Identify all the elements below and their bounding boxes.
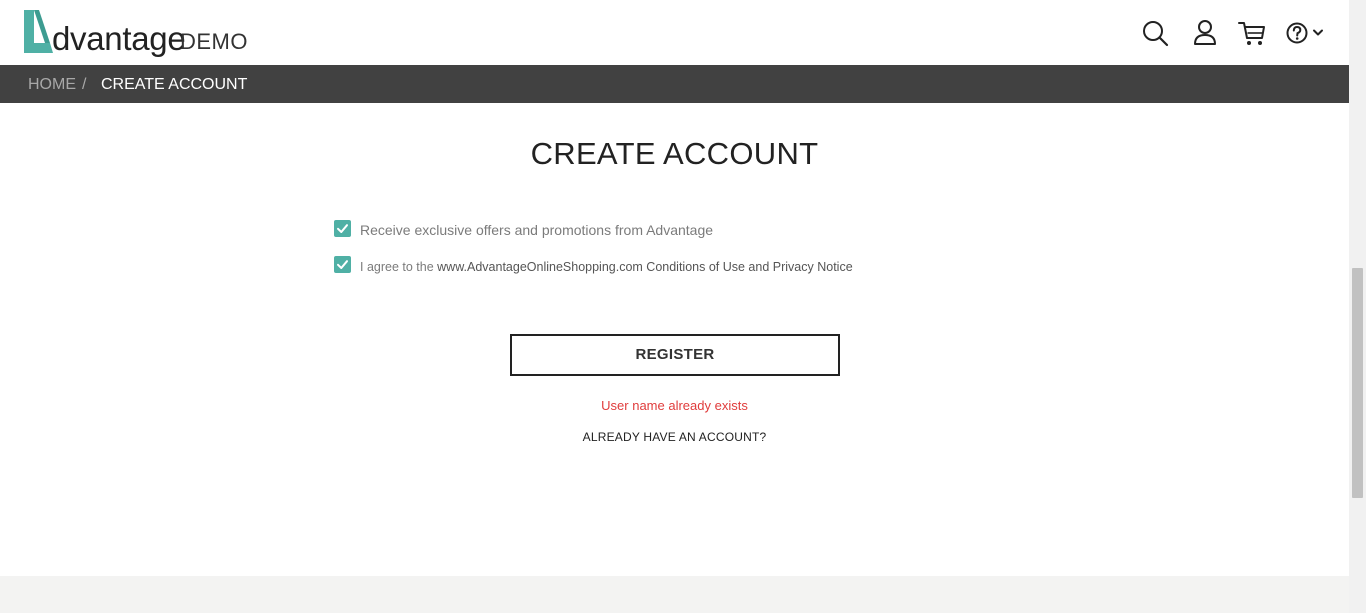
footer: [0, 576, 1349, 613]
scrollbar-thumb[interactable]: [1352, 268, 1363, 498]
breadcrumb-home-link[interactable]: HOME: [28, 75, 76, 95]
cart-icon[interactable]: [1237, 18, 1267, 48]
breadcrumb-current: CREATE ACCOUNT: [101, 76, 248, 93]
breadcrumb-separator: /: [82, 76, 87, 93]
checkmark-icon: [337, 224, 348, 233]
search-icon[interactable]: [1140, 18, 1170, 48]
page-title: CREATE ACCOUNT: [530, 136, 819, 171]
help-icon: [1286, 22, 1323, 44]
agree-checkbox-label: I agree to the www.AdvantageOnlineShoppi…: [360, 258, 853, 276]
checkmark-icon: [337, 260, 348, 269]
user-icon[interactable]: [1190, 18, 1220, 48]
breadcrumb: HOME / CREATE ACCOUNT: [0, 65, 1349, 103]
agree-label-prefix: I agree to the: [360, 260, 438, 274]
offers-checkbox[interactable]: [334, 220, 351, 237]
page: dvantage DEMO HOME / CREATE ACCOUNT CREA…: [0, 0, 1349, 613]
help-menu[interactable]: [1284, 18, 1328, 48]
conditions-of-use-link[interactable]: www.AdvantageOnlineShopping.com Conditio…: [437, 260, 853, 274]
offers-checkbox-label: Receive exclusive offers and promotions …: [360, 222, 714, 238]
vertical-scrollbar[interactable]: [1349, 0, 1366, 613]
agree-checkbox[interactable]: [334, 256, 351, 273]
header: dvantage DEMO: [0, 0, 1349, 65]
register-button[interactable]: REGISTER: [510, 334, 840, 376]
logo-demo-text: DEMO: [180, 29, 248, 54]
already-have-account-link[interactable]: ALREADY HAVE AN ACCOUNT?: [0, 428, 1349, 446]
logo-mark-icon: [24, 10, 53, 53]
logo-text: dvantage: [52, 20, 186, 57]
error-message: User name already exists: [601, 398, 748, 413]
